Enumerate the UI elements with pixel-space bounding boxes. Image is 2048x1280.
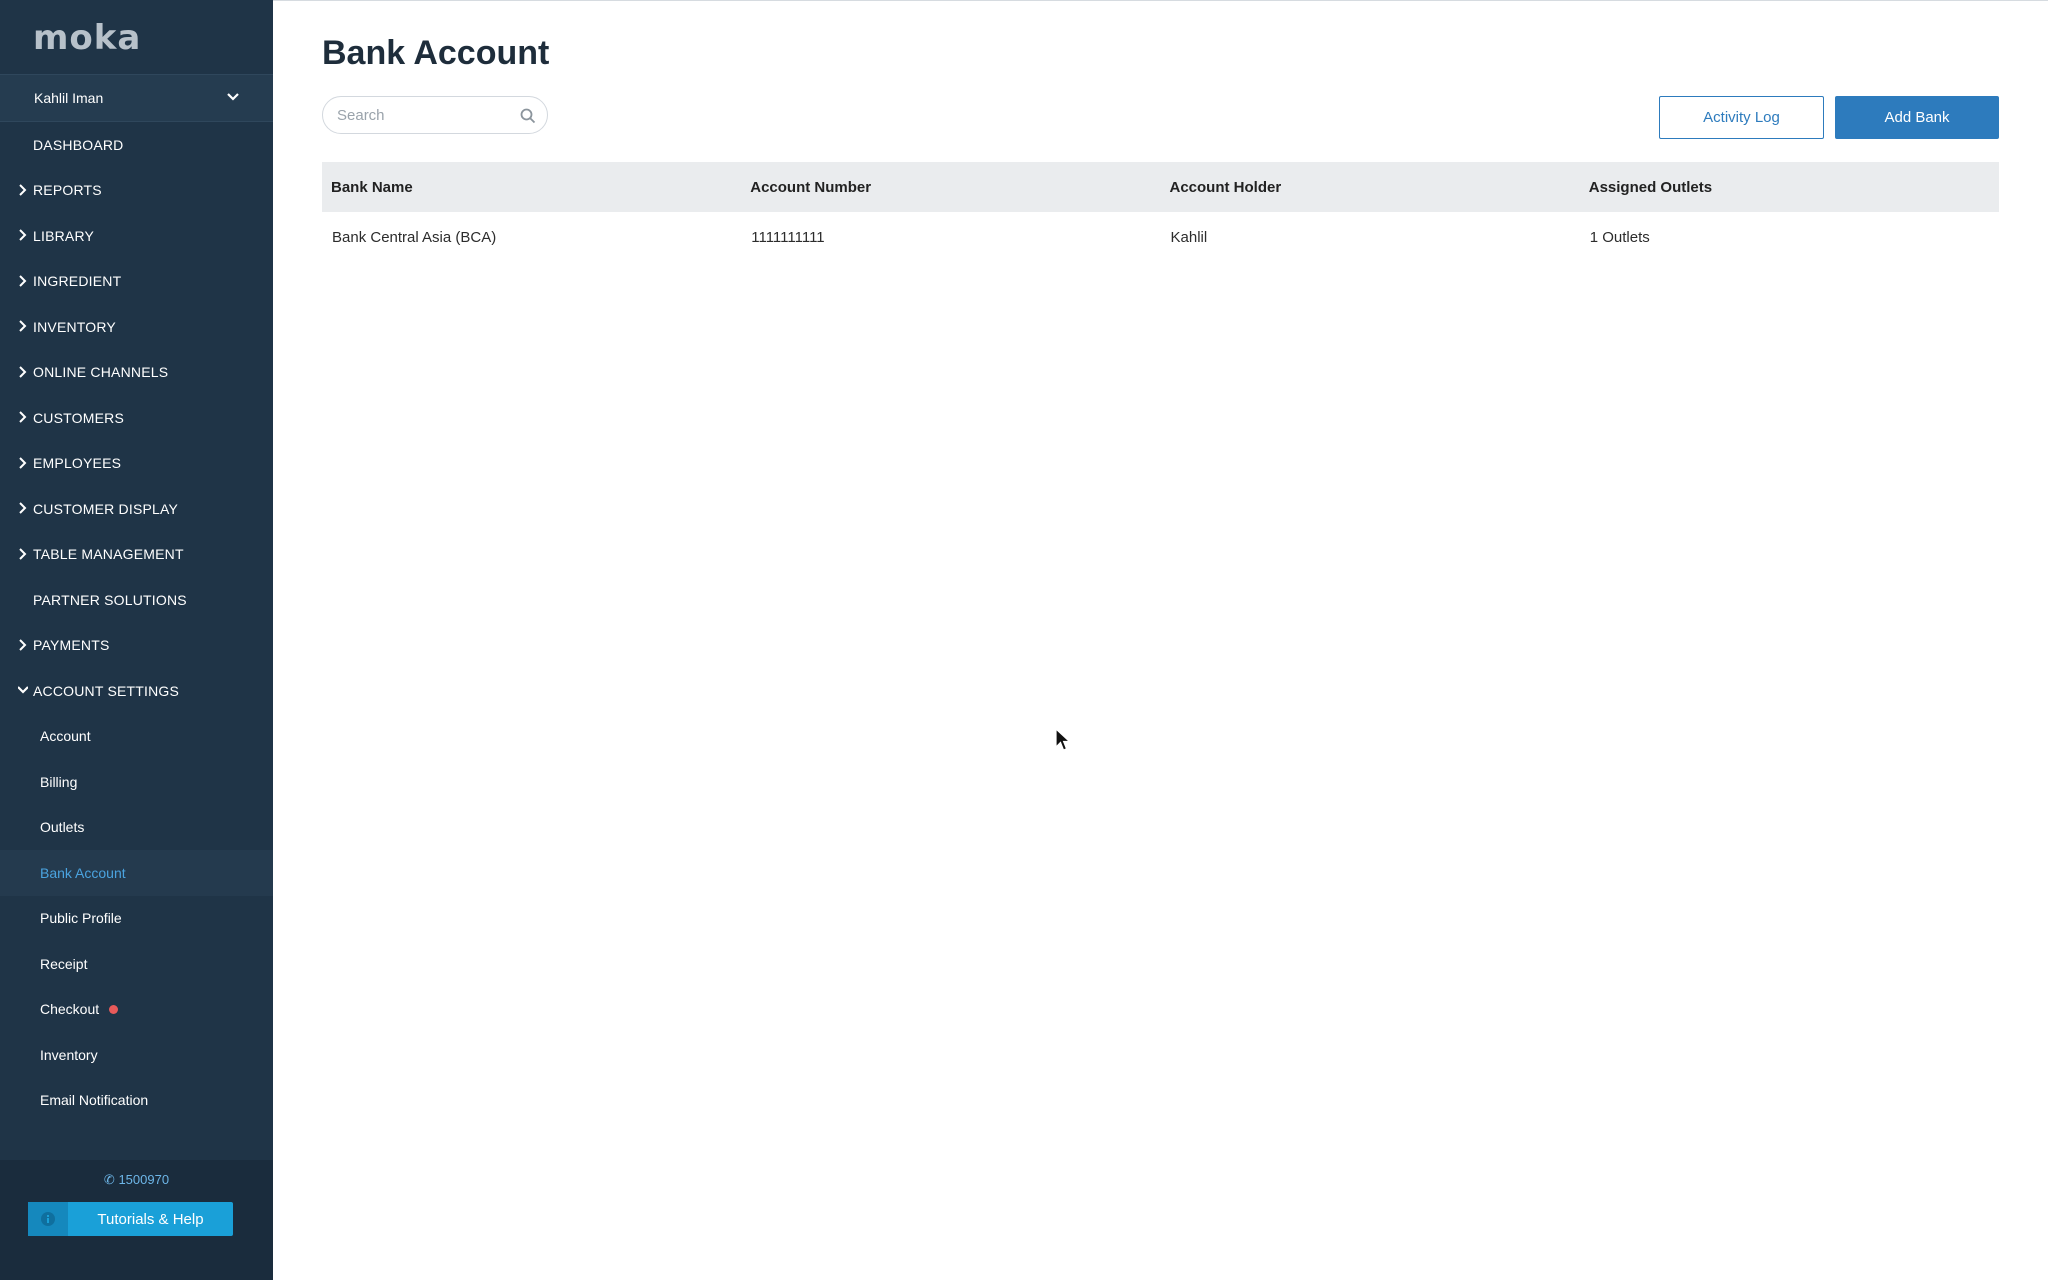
cell-assigned-outlets: 1 Outlets — [1589, 228, 1650, 246]
main-content: Bank Account Activity Log Add Bank Bank … — [273, 0, 2048, 1280]
chevron-down-icon — [18, 686, 28, 694]
sidebar-subitem-label: Outlets — [40, 819, 85, 836]
chevron-right-icon — [19, 547, 27, 560]
add-bank-button[interactable]: Add Bank — [1835, 96, 1999, 139]
sidebar-item-ingredient[interactable]: INGREDIENT — [0, 259, 273, 305]
sidebar-item-label: TABLE MANAGEMENT — [33, 546, 184, 563]
search-icon[interactable] — [520, 108, 536, 124]
sidebar-item-account-settings[interactable]: ACCOUNT SETTINGS — [0, 668, 273, 714]
sidebar-item-label: ACCOUNT SETTINGS — [33, 682, 180, 699]
info-icon — [28, 1202, 68, 1236]
column-header-account-number[interactable]: Account Number — [741, 179, 1160, 196]
sidebar-subitem-checkout[interactable]: Checkout — [0, 987, 273, 1033]
chevron-right-icon — [19, 320, 27, 332]
sidebar-subitem-public-profile[interactable]: Public Profile — [0, 896, 273, 942]
sidebar: moka Kahlil Iman DASHBOARD REPORTS LIBRA… — [0, 0, 273, 1280]
sidebar-item-reports[interactable]: REPORTS — [0, 168, 273, 214]
user-name: Kahlil Iman — [34, 90, 104, 106]
search-box — [322, 96, 548, 134]
sidebar-item-table-management[interactable]: TABLE MANAGEMENT — [0, 532, 273, 578]
sidebar-subitem-label: Checkout — [40, 1001, 100, 1018]
cell-bank-name: Bank Central Asia (BCA) — [332, 228, 497, 246]
sidebar-subitem-billing[interactable]: Billing — [0, 759, 273, 805]
sidebar-subitem-email-notification[interactable]: Email Notification — [0, 1078, 273, 1124]
column-header-bank-name[interactable]: Bank Name — [322, 179, 741, 196]
sidebar-subitem-receipt[interactable]: Receipt — [0, 941, 273, 987]
chevron-right-icon — [19, 638, 27, 651]
sidebar-item-label: REPORTS — [33, 182, 102, 199]
sidebar-item-label: CUSTOMERS — [33, 409, 124, 426]
sidebar-subitem-label: Email Notification — [40, 1092, 149, 1109]
sidebar-item-label: LIBRARY — [33, 227, 95, 244]
sidebar-nav: DASHBOARD REPORTS LIBRARY INGREDIENT INV… — [0, 122, 273, 1123]
sidebar-item-employees[interactable]: EMPLOYEES — [0, 441, 273, 487]
table-header: Bank Name Account Number Account Holder … — [322, 162, 1999, 212]
activity-log-button[interactable]: Activity Log — [1659, 96, 1824, 139]
sidebar-subitem-label: Bank Account — [40, 864, 126, 881]
sidebar-item-library[interactable]: LIBRARY — [0, 213, 273, 259]
bank-account-table: Bank Name Account Number Account Holder … — [322, 162, 1999, 262]
page-title: Bank Account — [322, 34, 550, 72]
sidebar-footer: ✆ 1500970 Tutorials & Help — [0, 1160, 273, 1280]
sidebar-item-inventory[interactable]: INVENTORY — [0, 304, 273, 350]
chevron-right-icon — [19, 411, 27, 423]
support-phone[interactable]: ✆ 1500970 — [0, 1172, 273, 1188]
sidebar-item-label: PARTNER SOLUTIONS — [33, 591, 187, 608]
search-input[interactable] — [337, 106, 507, 124]
table-row[interactable]: Bank Central Asia (BCA) 1111111111 Kahli… — [322, 212, 1999, 262]
chevron-right-icon — [19, 502, 27, 514]
moka-logo[interactable]: moka — [33, 18, 141, 58]
chevron-right-icon — [19, 274, 27, 287]
column-header-account-holder[interactable]: Account Holder — [1161, 179, 1580, 196]
sidebar-item-label: ONLINE CHANNELS — [33, 364, 169, 381]
sidebar-item-label: INGREDIENT — [33, 273, 122, 290]
cell-account-holder: Kahlil — [1170, 228, 1208, 246]
sidebar-item-label: DASHBOARD — [33, 136, 124, 153]
chevron-right-icon — [19, 229, 27, 241]
chevron-right-icon — [19, 456, 27, 469]
chevron-right-icon — [19, 183, 27, 196]
sidebar-item-customers[interactable]: CUSTOMERS — [0, 395, 273, 441]
sidebar-item-customer-display[interactable]: CUSTOMER DISPLAY — [0, 486, 273, 532]
sidebar-subitem-label: Inventory — [40, 1046, 98, 1063]
top-divider — [273, 0, 2048, 1]
chevron-down-icon — [227, 93, 239, 101]
phone-icon: ✆ — [103, 1172, 115, 1187]
column-header-assigned-outlets[interactable]: Assigned Outlets — [1580, 179, 1999, 196]
sidebar-subitem-label: Billing — [40, 773, 78, 790]
tutorials-help-button[interactable]: Tutorials & Help — [28, 1202, 233, 1236]
sidebar-item-label: INVENTORY — [33, 318, 116, 335]
notification-dot — [109, 1004, 119, 1014]
sidebar-subitem-label: Public Profile — [40, 910, 122, 927]
support-phone-number: 1500970 — [118, 1172, 170, 1187]
sidebar-subitem-bank-account[interactable]: Bank Account — [0, 850, 273, 896]
sidebar-item-online-channels[interactable]: ONLINE CHANNELS — [0, 350, 273, 396]
user-selector[interactable]: Kahlil Iman — [0, 74, 273, 122]
sidebar-item-label: PAYMENTS — [33, 637, 110, 654]
sidebar-subitem-label: Receipt — [40, 955, 88, 972]
tutorials-help-label: Tutorials & Help — [97, 1210, 204, 1228]
sidebar-item-label: EMPLOYEES — [33, 455, 122, 472]
sidebar-subitem-label: Account — [40, 728, 91, 745]
sidebar-item-payments[interactable]: PAYMENTS — [0, 623, 273, 669]
sidebar-subitem-outlets[interactable]: Outlets — [0, 805, 273, 851]
sidebar-item-partner-solutions[interactable]: PARTNER SOLUTIONS — [0, 577, 273, 623]
sidebar-subitem-inventory[interactable]: Inventory — [0, 1032, 273, 1078]
sidebar-item-label: CUSTOMER DISPLAY — [33, 500, 179, 517]
chevron-right-icon — [19, 365, 27, 378]
mouse-cursor-icon — [1055, 728, 1071, 751]
cell-account-number: 1111111111 — [751, 228, 825, 246]
sidebar-subitem-account[interactable]: Account — [0, 714, 273, 760]
sidebar-item-dashboard[interactable]: DASHBOARD — [0, 122, 273, 168]
